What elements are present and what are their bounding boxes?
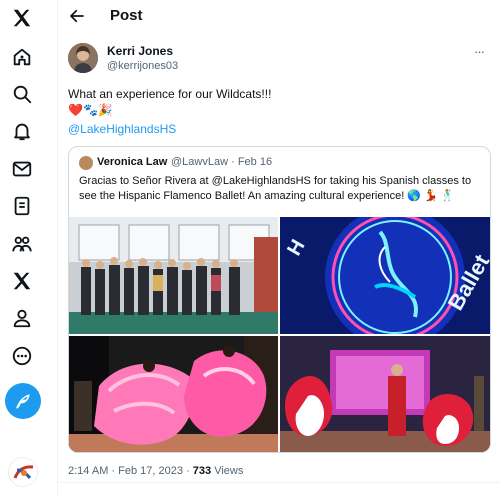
photo-stage-performance[interactable] [280,336,490,452]
quoted-author-avatar [79,156,93,170]
post-date[interactable]: Feb 17, 2023 [118,465,183,477]
photo-students-group[interactable] [69,217,278,334]
more-circle-icon[interactable] [6,340,38,372]
views-count: 733 [192,465,212,477]
quoted-post-date: Feb 16 [237,156,273,168]
post-mention-link[interactable]: @LakeHighlandsHS [68,122,176,136]
views-label: Views [214,465,244,477]
post-text: What an experience for our Wildcats!!! [68,87,272,101]
photo-ballet-neon-sign[interactable]: Ballet H [280,217,490,334]
post-metadata: 2:14 AM · Feb 17, 2023 · 733 Views [68,465,243,477]
messages-mail-icon[interactable] [6,153,38,185]
author-handle[interactable]: @kerrijones03 [107,60,178,72]
quoted-author-meta: @LawvLaw · Feb 16 [171,156,272,168]
media-grid: Ballet H [69,217,490,452]
column-divider [57,0,58,496]
communities-icon[interactable] [6,228,38,260]
account-avatar[interactable] [8,457,38,487]
post-divider [58,482,500,483]
search-icon[interactable] [6,78,38,110]
author-name[interactable]: Kerri Jones [107,44,173,58]
quoted-author-name: Veronica Law [97,156,168,168]
quoted-author-handle: @LawvLaw [171,156,229,168]
author-avatar[interactable] [68,43,98,73]
more-options-button[interactable]: ··· [474,44,485,59]
post-header: Post [58,0,500,32]
quoted-post-text: Gracias to Señor Rivera at @LakeHighland… [79,175,472,202]
photo-flamenco-dancers-pink[interactable] [69,336,278,452]
back-button[interactable] [66,5,88,27]
page-title: Post [110,7,143,24]
premium-x-icon[interactable] [6,265,38,297]
arrow-left-icon [70,9,84,23]
home-icon[interactable] [6,41,38,73]
separator-dot: · [231,156,238,168]
post-time[interactable]: 2:14 AM [68,465,108,477]
notifications-bell-icon[interactable] [6,115,38,147]
x-logo-icon[interactable] [6,2,38,34]
separator-dot: · [186,465,193,477]
post-emojis: ❤️🐾🎉 [68,103,113,117]
profile-icon[interactable] [6,302,38,334]
feather-quill-icon [16,394,30,409]
compose-post-button[interactable] [5,383,41,419]
sidebar-nav [0,0,45,496]
quoted-post-card[interactable]: Veronica Law @LawvLaw · Feb 16 Gracias t… [68,146,491,453]
lists-icon[interactable] [6,190,38,222]
